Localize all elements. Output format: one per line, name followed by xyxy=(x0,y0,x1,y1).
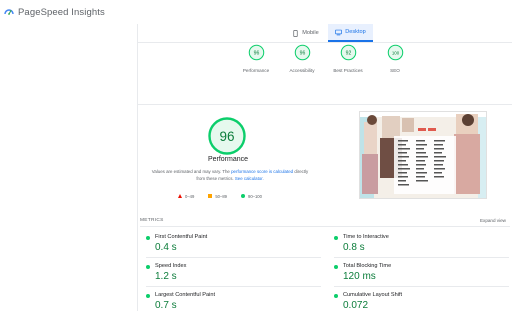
metric-divider xyxy=(334,257,509,258)
performance-gauge: 96 xyxy=(208,117,246,155)
pass-circle-icon xyxy=(334,294,338,298)
performance-title: Performance xyxy=(207,156,249,163)
device-tabs: Mobile Desktop xyxy=(283,24,373,42)
gauge-score-best-practices: 92 xyxy=(345,50,351,56)
metric-value: 0.7 s xyxy=(155,300,177,311)
app-title: PageSpeed Insights xyxy=(18,6,105,18)
metrics-rule xyxy=(140,226,510,227)
pass-circle-icon xyxy=(146,265,150,269)
metric-name: Speed Index xyxy=(155,263,187,269)
desktop-icon xyxy=(335,29,343,35)
performance-disclaimer: Values are estimated and may vary. The p… xyxy=(150,169,310,182)
metric-time-to-interactive: Time to Interactive 0.8 s xyxy=(334,233,509,258)
metrics-section-label: METRICS xyxy=(140,218,164,223)
metric-value: 0.8 s xyxy=(343,242,365,253)
metric-name: Time to Interactive xyxy=(343,234,389,240)
tab-desktop[interactable]: Desktop xyxy=(328,24,373,42)
triangle-icon xyxy=(178,194,182,198)
gauge-label-seo: SEO xyxy=(390,68,400,73)
pass-circle-icon xyxy=(146,236,150,240)
pass-circle-icon xyxy=(146,294,150,298)
gauge-label-performance: Performance xyxy=(242,68,270,73)
gauge-label-best-practices: Best Practices xyxy=(333,68,363,73)
metrics-header: METRICS Expand view xyxy=(140,218,510,226)
summary-divider xyxy=(138,104,512,105)
legend-average: 50–89 xyxy=(208,194,227,199)
metric-name: Cumulative Layout Shift xyxy=(343,292,403,298)
tab-mobile[interactable]: Mobile xyxy=(283,24,328,42)
metric-divider xyxy=(146,257,321,258)
metric-speed-index: Speed Index 1.2 s xyxy=(146,262,321,287)
expand-view-toggle[interactable]: Expand view xyxy=(480,218,506,223)
legend-average-range: 50–89 xyxy=(215,193,227,199)
metric-name: Largest Contentful Paint xyxy=(155,292,216,298)
score-summary: 96 Performance 96 Accessibility 92 Best … xyxy=(138,44,512,96)
performance-score: 96 xyxy=(219,129,234,144)
tabs-divider xyxy=(138,42,512,43)
gauge-ring-best-practices: 92 xyxy=(340,44,356,61)
gauge-label-accessibility: Accessibility xyxy=(289,68,315,73)
gauge-ring-accessibility: 96 xyxy=(294,44,310,61)
gauge-score-performance: 96 xyxy=(253,50,259,56)
app-header: PageSpeed Insights xyxy=(0,0,512,24)
legend-pass: 90–100 xyxy=(240,193,262,199)
legend-fail: 0–49 xyxy=(178,194,194,199)
metric-largest-contentful-paint: Largest Contentful Paint 0.7 s xyxy=(146,291,321,311)
metric-value: 1.2 s xyxy=(155,271,177,282)
disclaimer-text-1: Values are estimated and may vary. The xyxy=(151,169,232,174)
gauge-seo[interactable]: 100 SEO xyxy=(370,44,420,73)
phone-icon xyxy=(293,29,298,37)
gauge-ring-seo: 100 xyxy=(387,44,403,61)
metric-first-contentful-paint: First Contentful Paint 0.4 s xyxy=(146,233,321,258)
gauge-best-practices[interactable]: 92 Best Practices xyxy=(323,44,373,73)
legend-fail-range: 0–49 xyxy=(185,193,195,199)
gauge-score-seo: 100 xyxy=(391,50,399,55)
screenshot-image xyxy=(360,112,486,198)
gauge-accessibility[interactable]: 96 Accessibility xyxy=(277,44,327,73)
metric-value: 120 ms xyxy=(343,271,376,282)
pass-circle-icon xyxy=(334,265,338,269)
report-content: Mobile Desktop 96 Performance 96 Accessi… xyxy=(137,24,512,311)
metric-value: 0.072 xyxy=(343,300,369,311)
metric-value: 0.4 s xyxy=(155,242,177,253)
metric-total-blocking-time: Total Blocking Time 120 ms xyxy=(334,262,509,287)
score-legend: 0–49 50–89 90–100 xyxy=(178,192,308,200)
metric-divider xyxy=(146,286,321,287)
pagespeed-logo-icon xyxy=(4,9,14,15)
gauge-score-accessibility: 96 xyxy=(299,50,305,56)
pass-circle-icon xyxy=(334,236,338,240)
metric-name: Total Blocking Time xyxy=(343,263,392,269)
tab-desktop-label: Desktop xyxy=(345,29,366,35)
tab-mobile-label: Mobile xyxy=(302,30,319,36)
score-calculation-link[interactable]: performance score is calculated xyxy=(231,169,293,174)
page-screenshot-thumbnail xyxy=(359,111,487,199)
metric-cumulative-layout-shift: Cumulative Layout Shift 0.072 xyxy=(334,291,509,311)
legend-pass-range: 90–100 xyxy=(247,193,262,199)
gauge-ring-performance: 96 xyxy=(248,44,264,61)
metric-divider xyxy=(334,286,509,287)
gauge-performance[interactable]: 96 Performance xyxy=(231,44,281,73)
square-icon xyxy=(208,194,213,198)
see-calculator-link[interactable]: See calculator. xyxy=(235,176,264,181)
metric-name: First Contentful Paint xyxy=(155,234,208,240)
circle-icon xyxy=(240,194,245,198)
